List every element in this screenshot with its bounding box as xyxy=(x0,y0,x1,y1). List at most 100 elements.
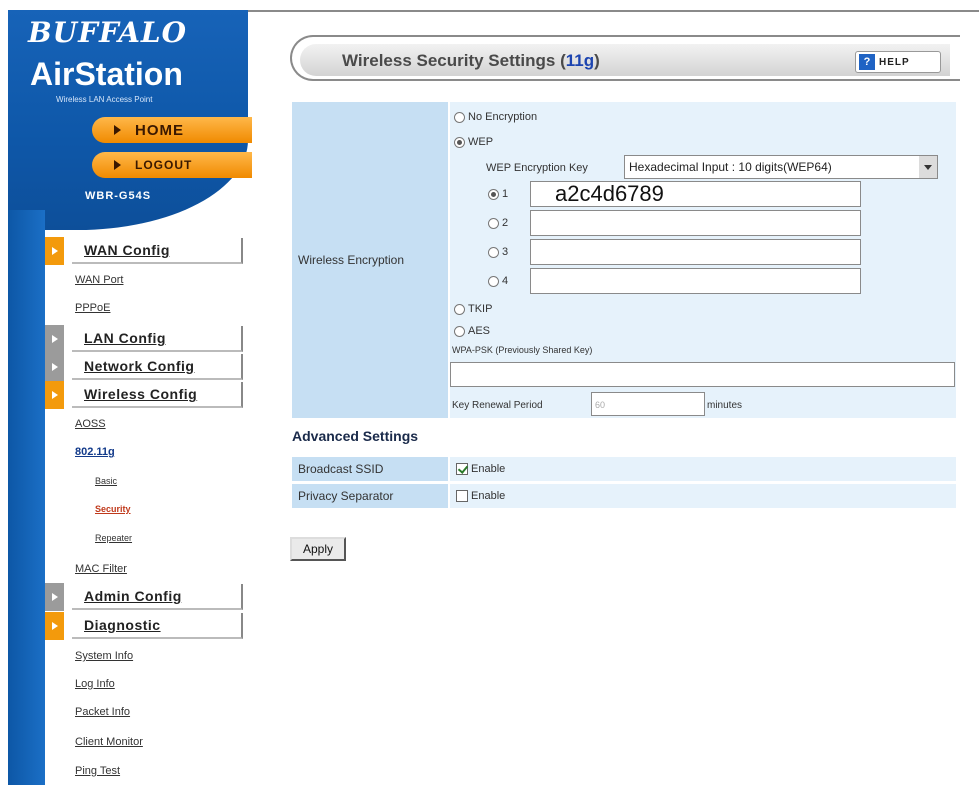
privacy-separator-row: Privacy Separator Enable xyxy=(292,484,956,508)
no-encryption-option[interactable]: No Encryption xyxy=(454,111,537,123)
brand-panel: BUFFALO AirStation Wireless LAN Access P… xyxy=(8,10,252,230)
section-marker-icon xyxy=(45,353,64,381)
logout-button[interactable]: LOGOUT xyxy=(92,152,252,178)
brand-tagline: Wireless LAN Access Point xyxy=(56,95,153,104)
wep-key-1-index: 1 xyxy=(502,188,509,200)
page-title-band: 11g xyxy=(565,51,595,70)
page-title-suffix: ) xyxy=(594,51,600,70)
buffalo-logo: BUFFALO xyxy=(28,16,188,49)
privacy-separator-checkbox[interactable] xyxy=(456,490,468,502)
broadcast-ssid-option[interactable]: Enable xyxy=(450,457,956,481)
sidebar-item-aoss[interactable]: AOSS xyxy=(75,418,106,430)
sidebar-rail xyxy=(8,210,45,785)
broadcast-ssid-row: Broadcast SSID Enable xyxy=(292,457,956,481)
no-encryption-label: No Encryption xyxy=(468,111,538,123)
sidebar-item-client-monitor[interactable]: Client Monitor xyxy=(75,736,143,748)
sidebar-item-ping-test[interactable]: Ping Test xyxy=(75,765,120,777)
wep-key-2-index: 2 xyxy=(502,217,509,229)
page-title-prefix: Wireless Security Settings ( xyxy=(342,51,566,70)
sidebar-item-pppoe[interactable]: PPPoE xyxy=(75,302,110,314)
top-divider xyxy=(245,10,979,12)
wireless-encryption-label: Wireless Encryption xyxy=(292,102,448,418)
key-renewal-unit: minutes xyxy=(707,400,743,411)
help-icon: ? xyxy=(859,54,875,70)
section-marker-icon xyxy=(45,237,64,265)
wireless-encryption-options: No Encryption WEP WEP Encryption Key Hex… xyxy=(450,102,956,418)
broadcast-ssid-enable-label: Enable xyxy=(471,463,506,475)
sidebar-section-label: WAN Config xyxy=(72,238,243,264)
chevron-down-icon[interactable] xyxy=(919,156,937,178)
airstation-logo: AirStation xyxy=(30,56,183,92)
aes-option[interactable]: AES xyxy=(454,325,490,337)
privacy-separator-enable-label: Enable xyxy=(471,490,506,502)
chevron-right-icon xyxy=(114,125,121,135)
wep-key-3-input[interactable] xyxy=(530,239,861,265)
sidebar-subitem-security[interactable]: Security xyxy=(95,504,131,514)
wep-label: WEP xyxy=(468,136,494,148)
wep-key-1-radio[interactable] xyxy=(488,188,499,200)
wep-radio[interactable] xyxy=(454,136,465,148)
section-marker-icon xyxy=(45,381,64,409)
sidebar-section-wireless-config[interactable]: Wireless Config xyxy=(45,381,243,409)
sidebar-subitem-repeater[interactable]: Repeater xyxy=(95,533,132,543)
sidebar-item-log-info[interactable]: Log Info xyxy=(75,678,115,690)
sidebar-item-wan-port[interactable]: WAN Port xyxy=(75,274,124,286)
sidebar-subitem-basic[interactable]: Basic xyxy=(95,476,117,486)
sidebar-item-system-info[interactable]: System Info xyxy=(75,650,133,662)
sidebar-item-mac-filter[interactable]: MAC Filter xyxy=(75,563,127,575)
wep-key-4-index: 4 xyxy=(502,275,509,287)
wep-key-type-select[interactable]: Hexadecimal Input : 10 digits(WEP64) xyxy=(624,155,938,179)
wep-key-3-index: 3 xyxy=(502,246,509,258)
sidebar-section-label: LAN Config xyxy=(72,326,243,352)
advanced-settings-title: Advanced Settings xyxy=(292,428,419,444)
aes-radio[interactable] xyxy=(454,325,465,337)
sidebar-section-label: Diagnostic xyxy=(72,613,243,639)
wpa-psk-input[interactable] xyxy=(450,362,955,387)
wep-key-4-input[interactable] xyxy=(530,268,861,294)
help-button[interactable]: ? HELP xyxy=(855,51,941,73)
wep-key-4-option[interactable]: 4 xyxy=(488,275,508,287)
privacy-separator-option[interactable]: Enable xyxy=(450,484,956,508)
wep-key-2-input[interactable] xyxy=(530,210,861,236)
privacy-separator-label: Privacy Separator xyxy=(292,484,448,508)
wep-key-1-input[interactable]: a2c4d6789 xyxy=(530,181,861,207)
no-encryption-radio[interactable] xyxy=(454,111,465,123)
key-renewal-input[interactable]: 60 xyxy=(591,392,705,416)
sidebar-section-label: Network Config xyxy=(72,354,243,380)
wep-key-3-option[interactable]: 3 xyxy=(488,246,508,258)
broadcast-ssid-checkbox[interactable] xyxy=(456,463,468,475)
sidebar-section-network-config[interactable]: Network Config xyxy=(45,353,243,381)
sidebar-section-diagnostic[interactable]: Diagnostic xyxy=(45,612,243,640)
apply-button[interactable]: Apply xyxy=(290,537,346,561)
wep-key-2-option[interactable]: 2 xyxy=(488,217,508,229)
broadcast-ssid-label: Broadcast SSID xyxy=(292,457,448,481)
wep-key-2-radio[interactable] xyxy=(488,217,499,229)
help-label: HELP xyxy=(879,56,910,68)
section-marker-icon xyxy=(45,612,64,640)
wep-key-3-radio[interactable] xyxy=(488,246,499,258)
wpa-psk-label: WPA-PSK (Previously Shared Key) xyxy=(452,345,593,355)
logout-label: LOGOUT xyxy=(135,158,193,172)
model-label: WBR-G54S xyxy=(85,190,152,202)
sidebar-section-admin-config[interactable]: Admin Config xyxy=(45,583,243,611)
wireless-encryption-section: Wireless Encryption No Encryption WEP WE… xyxy=(292,102,956,418)
page-header-bar: Wireless Security Settings (11g) ? HELP xyxy=(300,44,950,76)
chevron-right-icon xyxy=(114,160,121,170)
wep-key-4-radio[interactable] xyxy=(488,275,499,287)
key-renewal-label: Key Renewal Period xyxy=(452,400,543,411)
sidebar-section-wan-config[interactable]: WAN Config xyxy=(45,237,243,265)
wep-key-1-option[interactable]: 1 xyxy=(488,188,508,200)
sidebar-section-lan-config[interactable]: LAN Config xyxy=(45,325,243,353)
sidebar-item-80211g[interactable]: 802.11g xyxy=(75,446,115,458)
tkip-option[interactable]: TKIP xyxy=(454,303,492,315)
wep-option[interactable]: WEP xyxy=(454,136,493,148)
sidebar-item-packet-info[interactable]: Packet Info xyxy=(75,706,130,718)
sidebar-section-label: Wireless Config xyxy=(72,382,243,408)
tkip-radio[interactable] xyxy=(454,303,465,315)
aes-label: AES xyxy=(468,325,491,337)
wep-key-label: WEP Encryption Key xyxy=(486,162,588,174)
home-button[interactable]: HOME xyxy=(92,117,252,143)
sidebar-section-label: Admin Config xyxy=(72,584,243,610)
section-marker-icon xyxy=(45,325,64,353)
section-marker-icon xyxy=(45,583,64,611)
